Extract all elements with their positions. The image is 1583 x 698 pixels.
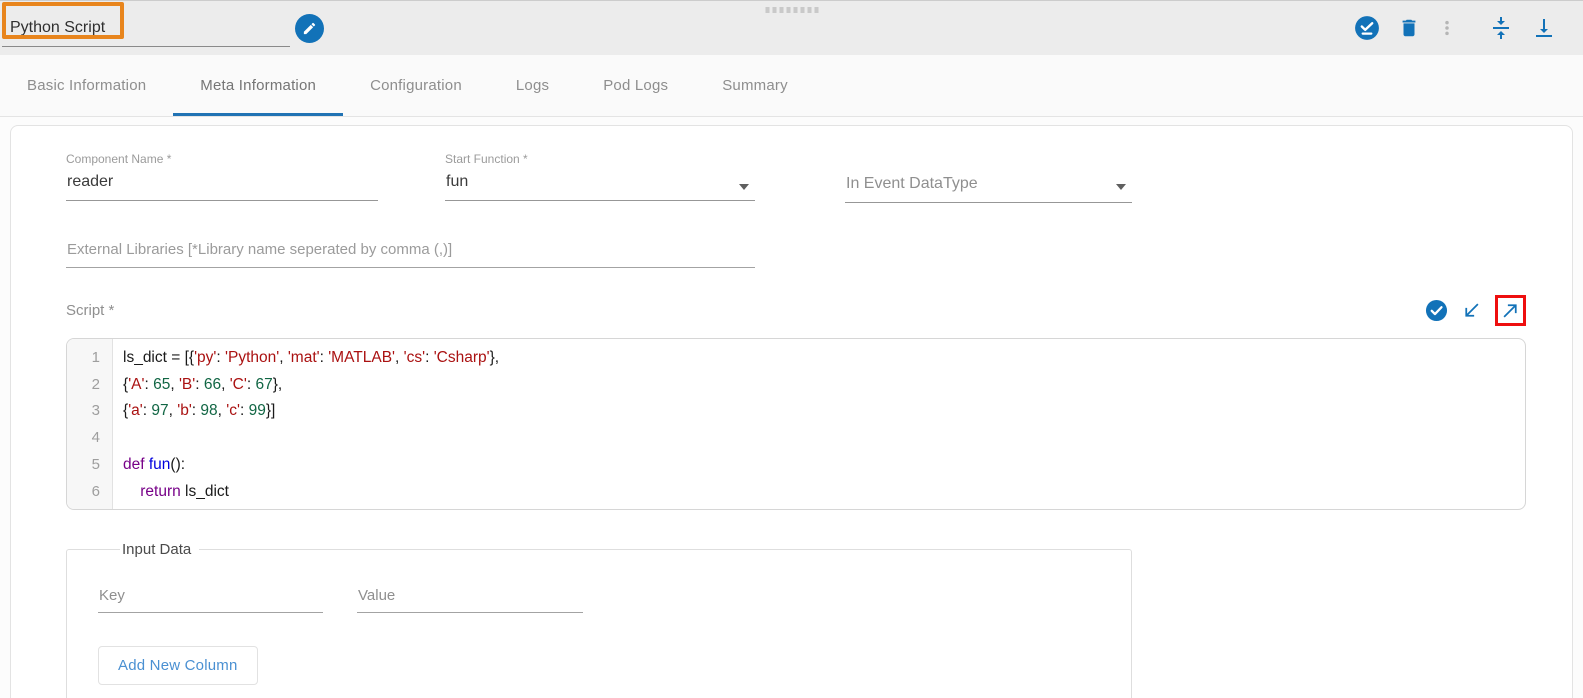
component-name-field: Component Name * xyxy=(66,152,378,203)
script-label: Script * xyxy=(66,302,114,319)
meta-information-panel: Component Name * Start Function * Script… xyxy=(10,125,1573,698)
line-number: 1 xyxy=(67,345,100,372)
validate-script-button[interactable] xyxy=(1425,299,1448,322)
line-number: 3 xyxy=(67,398,100,425)
start-function-label: Start Function * xyxy=(445,152,755,166)
collapse-panel-button[interactable] xyxy=(1489,16,1513,40)
expand-editor-button[interactable] xyxy=(1500,300,1521,321)
tab-logs[interactable]: Logs xyxy=(489,55,576,116)
form-row: Component Name * Start Function * xyxy=(66,152,1526,203)
tab-basic-information[interactable]: Basic Information xyxy=(0,55,173,116)
code-line[interactable]: ls_dict = [{'py': 'Python', 'mat': 'MATL… xyxy=(123,345,1517,372)
trash-icon xyxy=(1398,17,1420,39)
code-line[interactable]: return ls_dict xyxy=(123,479,1517,506)
code-line[interactable]: {'a': 97, 'b': 98, 'c': 99}] xyxy=(123,398,1517,425)
component-title-field-wrap xyxy=(2,9,290,47)
add-new-column-button[interactable]: Add New Column xyxy=(98,646,258,685)
script-header: Script * xyxy=(66,295,1526,326)
value-input[interactable] xyxy=(357,585,583,613)
tab-pod-logs[interactable]: Pod Logs xyxy=(576,55,695,116)
key-input[interactable] xyxy=(98,585,323,613)
delete-button[interactable] xyxy=(1397,16,1421,40)
code-lines[interactable]: ls_dict = [{'py': 'Python', 'mat': 'MATL… xyxy=(113,339,1525,509)
tab-configuration[interactable]: Configuration xyxy=(343,55,489,116)
check-circle-underline-icon xyxy=(1354,15,1380,41)
content-area: Component Name * Start Function * Script… xyxy=(0,125,1583,698)
key-value-row xyxy=(98,585,1131,613)
line-numbers: 123456 xyxy=(67,339,113,509)
key-field xyxy=(98,585,323,613)
drag-grip-icon[interactable] xyxy=(765,7,818,13)
approve-button[interactable] xyxy=(1355,16,1379,40)
start-function-select[interactable] xyxy=(445,171,755,201)
component-title-input[interactable] xyxy=(2,9,290,47)
in-event-datatype-field xyxy=(845,152,1132,203)
more-options-button[interactable] xyxy=(1435,16,1459,40)
component-name-input[interactable] xyxy=(66,171,378,201)
topbar-actions xyxy=(1355,16,1583,40)
check-circle-icon xyxy=(1425,299,1448,322)
code-line[interactable] xyxy=(123,425,1517,452)
script-code-editor: 123456 ls_dict = [{'py': 'Python', 'mat'… xyxy=(66,338,1526,510)
value-field xyxy=(357,585,583,613)
start-function-field: Start Function * xyxy=(445,152,755,203)
top-bar xyxy=(0,0,1583,55)
pencil-icon xyxy=(302,21,317,36)
line-number: 6 xyxy=(67,479,100,506)
arrow-collapse-sw-icon xyxy=(1461,300,1482,321)
external-libraries-field xyxy=(66,239,755,268)
external-libraries-input[interactable] xyxy=(66,239,755,268)
tab-meta-information[interactable]: Meta Information xyxy=(173,55,343,116)
tab-summary[interactable]: Summary xyxy=(695,55,815,116)
input-data-group: Input Data Add New Column xyxy=(66,541,1132,698)
in-event-datatype-select[interactable] xyxy=(845,173,1132,203)
vertical-align-bottom-icon xyxy=(1532,16,1556,40)
red-annotation-box xyxy=(1495,295,1526,326)
line-number: 5 xyxy=(67,452,100,479)
input-data-legend: Input Data xyxy=(120,541,199,558)
script-actions xyxy=(1425,295,1526,326)
line-number: 2 xyxy=(67,372,100,399)
vertical-align-center-icon xyxy=(1489,16,1513,40)
line-number: 4 xyxy=(67,425,100,452)
code-line[interactable]: {'A': 65, 'B': 66, 'C': 67}, xyxy=(123,372,1517,399)
edit-title-button[interactable] xyxy=(295,14,324,43)
more-vert-icon xyxy=(1437,17,1457,39)
component-name-label: Component Name * xyxy=(66,152,378,166)
tab-bar: Basic Information Meta Information Confi… xyxy=(0,55,1583,117)
code-line[interactable]: def fun(): xyxy=(123,452,1517,479)
collapse-editor-button[interactable] xyxy=(1461,300,1482,321)
download-button[interactable] xyxy=(1532,16,1556,40)
arrow-expand-ne-icon xyxy=(1500,300,1521,321)
